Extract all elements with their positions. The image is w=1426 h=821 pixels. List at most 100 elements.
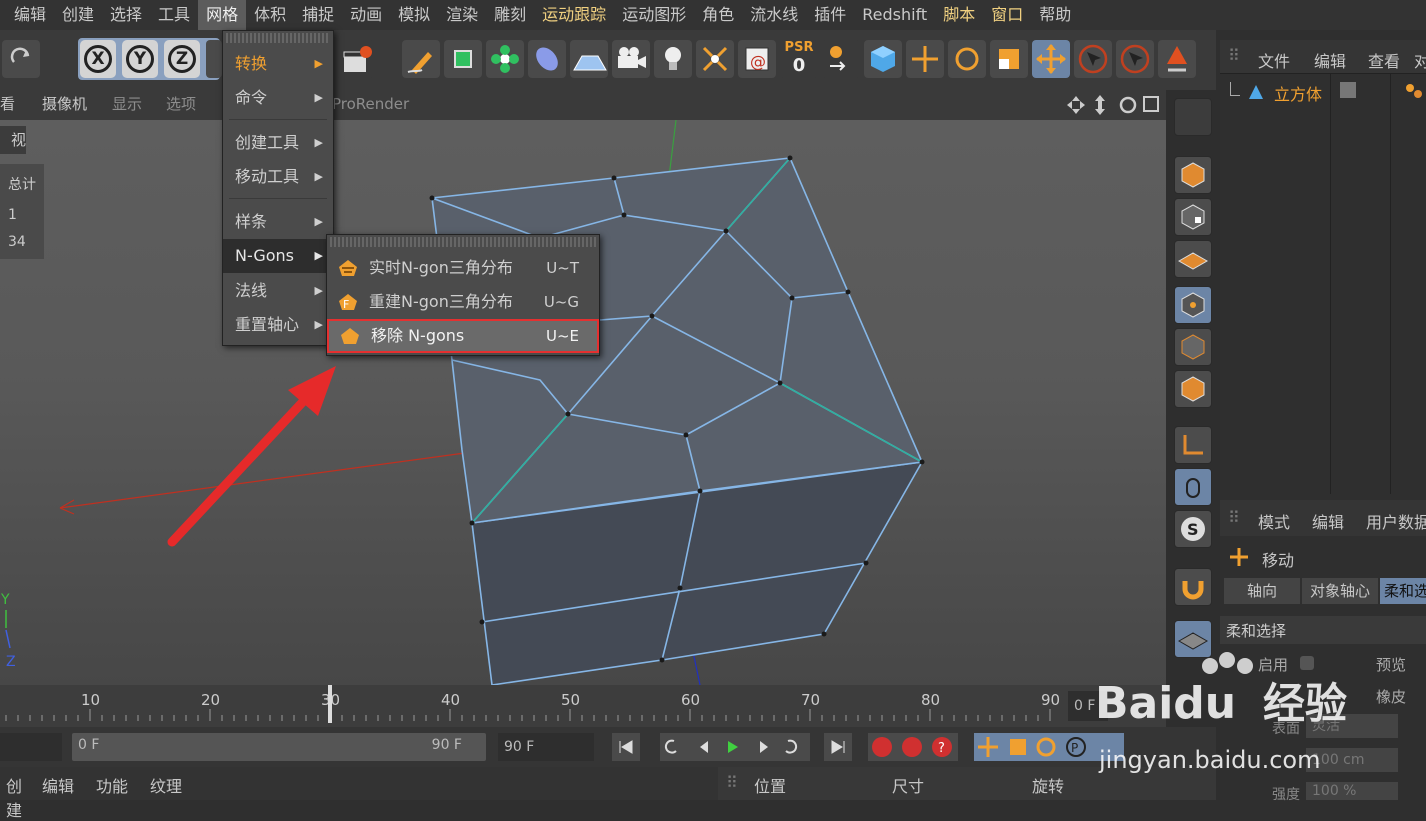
axis-y-button[interactable]: Y xyxy=(122,40,158,78)
min-frame-field[interactable] xyxy=(0,733,62,761)
timeline-ruler[interactable]: 102030405060708090 0 F xyxy=(0,685,1166,727)
tab-user-data[interactable]: 用户数据 xyxy=(1366,509,1426,533)
3d-viewport[interactable] xyxy=(0,120,1166,685)
mode-button-cube-wire[interactable] xyxy=(1174,98,1212,136)
menu-item-normals[interactable]: 法线 ▶ xyxy=(223,274,333,308)
psr-button[interactable]: PSR 0 xyxy=(780,40,818,78)
render-settings-button[interactable] xyxy=(336,40,374,78)
menu-texture[interactable]: 纹理 xyxy=(150,773,182,797)
select-tool-button[interactable] xyxy=(1074,40,1112,78)
cloner-button[interactable] xyxy=(486,40,524,78)
live-selection-button[interactable] xyxy=(1032,40,1070,78)
max-frame-field[interactable]: 90 F xyxy=(498,733,594,761)
grip-icon[interactable]: ⠿ xyxy=(726,773,738,792)
playback-buttons[interactable] xyxy=(660,733,810,761)
menu-grip[interactable] xyxy=(330,237,596,247)
menu-1[interactable]: 创建 xyxy=(54,0,102,30)
menu-create[interactable]: 创建 xyxy=(0,773,22,821)
mode-button-polygons[interactable] xyxy=(1174,370,1212,408)
menu-function[interactable]: 功能 xyxy=(96,773,128,797)
mode-button-workplane[interactable] xyxy=(1174,240,1212,278)
viewport-menu-options[interactable]: 选项 xyxy=(166,90,196,118)
tab-edit[interactable]: 编辑 xyxy=(1312,509,1344,533)
go-to-end-button[interactable] xyxy=(824,733,852,761)
tab-edit[interactable]: 编辑 xyxy=(1314,48,1346,72)
mode-button-edges[interactable] xyxy=(1174,328,1212,366)
mode-button-axis[interactable] xyxy=(1174,426,1212,464)
menu-9[interactable]: 渲染 xyxy=(438,0,486,30)
sketch-button[interactable] xyxy=(696,40,734,78)
menu-12[interactable]: 运动图形 xyxy=(614,0,694,30)
menu-18[interactable]: 窗口 xyxy=(983,0,1031,30)
cube-object-button[interactable] xyxy=(864,40,902,78)
menu-11[interactable]: 运动跟踪 xyxy=(534,0,614,30)
transform-button[interactable] xyxy=(1158,40,1196,78)
submenu-item-live-triangulation[interactable]: 实时N-gon三角分布 U~T xyxy=(327,251,599,285)
menu-6[interactable]: 捕捉 xyxy=(294,0,342,30)
submenu-item-rebuild-triangulation[interactable]: F 重建N-gon三角分布 U~G xyxy=(327,285,599,319)
menu-3[interactable]: 工具 xyxy=(150,0,198,30)
viewport-menu-display[interactable]: 显示 xyxy=(112,90,142,118)
menu-item-reset-axis[interactable]: 重置轴心 ▶ xyxy=(223,308,333,342)
menu-item-convert[interactable]: 转换 ▶ xyxy=(223,47,333,81)
menu-10[interactable]: 雕刻 xyxy=(486,0,534,30)
floor-button[interactable] xyxy=(570,40,608,78)
tab-file[interactable]: 文件 xyxy=(1258,48,1290,72)
visibility-toggle[interactable] xyxy=(1340,82,1356,98)
move-tool-button[interactable] xyxy=(906,40,944,78)
viewport-nav-icons[interactable] xyxy=(1066,92,1162,118)
subtab-object-axis[interactable]: 对象轴心 xyxy=(1302,578,1378,604)
menu-4[interactable]: 网格 xyxy=(198,0,247,30)
mode-button-points[interactable] xyxy=(1174,286,1212,324)
axis-lock-button[interactable] xyxy=(822,40,860,78)
axis-x-button[interactable]: X xyxy=(80,40,116,78)
scale-tool-button[interactable] xyxy=(990,40,1028,78)
select-tool-2-button[interactable] xyxy=(1116,40,1154,78)
menu-19[interactable]: 帮助 xyxy=(1031,0,1079,30)
strength-field[interactable]: 100 % xyxy=(1306,782,1398,800)
menu-5[interactable]: 体积 xyxy=(246,0,294,30)
deformer-button[interactable] xyxy=(528,40,566,78)
menu-item-commands[interactable]: 命令 ▶ xyxy=(223,81,333,115)
redo-button[interactable] xyxy=(2,40,40,78)
menu-14[interactable]: 流水线 xyxy=(742,0,806,30)
menu-grip[interactable] xyxy=(226,33,330,43)
mode-button-texture[interactable] xyxy=(1174,198,1212,236)
tab-objects[interactable]: 对 xyxy=(1414,48,1426,72)
preview-range-slider[interactable]: 0 F 90 F xyxy=(72,733,486,761)
menu-8[interactable]: 模拟 xyxy=(390,0,438,30)
grip-icon[interactable]: ⠿ xyxy=(1228,46,1240,65)
mode-button-tweak[interactable] xyxy=(1174,468,1212,506)
light-button[interactable] xyxy=(654,40,692,78)
mode-button-snap[interactable]: S xyxy=(1174,510,1212,548)
axis-z-button[interactable]: Z xyxy=(164,40,200,78)
tag-icon[interactable] xyxy=(1404,82,1424,100)
scene-button[interactable]: @ xyxy=(738,40,776,78)
viewport-menu-view[interactable]: 看 xyxy=(0,90,15,118)
menu-16[interactable]: Redshift xyxy=(854,0,935,30)
go-to-start-button[interactable] xyxy=(612,733,640,761)
camera-button[interactable] xyxy=(612,40,650,78)
viewport-menu-prorender[interactable]: ProRender xyxy=(332,90,409,118)
mode-button-magnet[interactable] xyxy=(1174,568,1212,606)
menu-item-spline[interactable]: 样条 ▶ xyxy=(223,205,333,239)
menu-7[interactable]: 动画 xyxy=(342,0,390,30)
menu-item-ngons[interactable]: N-Gons ▶ xyxy=(223,239,333,273)
mode-button-model[interactable] xyxy=(1174,156,1212,194)
tab-view[interactable]: 查看 xyxy=(1368,48,1400,72)
menu-0[interactable]: 编辑 xyxy=(6,0,54,30)
menu-17[interactable]: 脚本 xyxy=(935,0,983,30)
menu-13[interactable]: 角色 xyxy=(694,0,742,30)
subtab-axis[interactable]: 轴向 xyxy=(1224,578,1300,604)
menu-edit[interactable]: 编辑 xyxy=(42,773,74,797)
cube-green-button[interactable] xyxy=(444,40,482,78)
rotate-tool-button[interactable] xyxy=(948,40,986,78)
coordinate-system-button[interactable] xyxy=(206,40,222,78)
menu-item-move-tools[interactable]: 移动工具 ▶ xyxy=(223,160,333,194)
menu-2[interactable]: 选择 xyxy=(102,0,150,30)
submenu-item-remove-ngons[interactable]: 移除 N-gons U~E xyxy=(327,319,599,353)
record-buttons[interactable]: ? xyxy=(868,733,958,761)
object-row-cube[interactable]: 立方体 xyxy=(1222,78,1426,106)
tab-mode[interactable]: 模式 xyxy=(1258,509,1290,533)
menu-item-create-tools[interactable]: 创建工具 ▶ xyxy=(223,126,333,160)
